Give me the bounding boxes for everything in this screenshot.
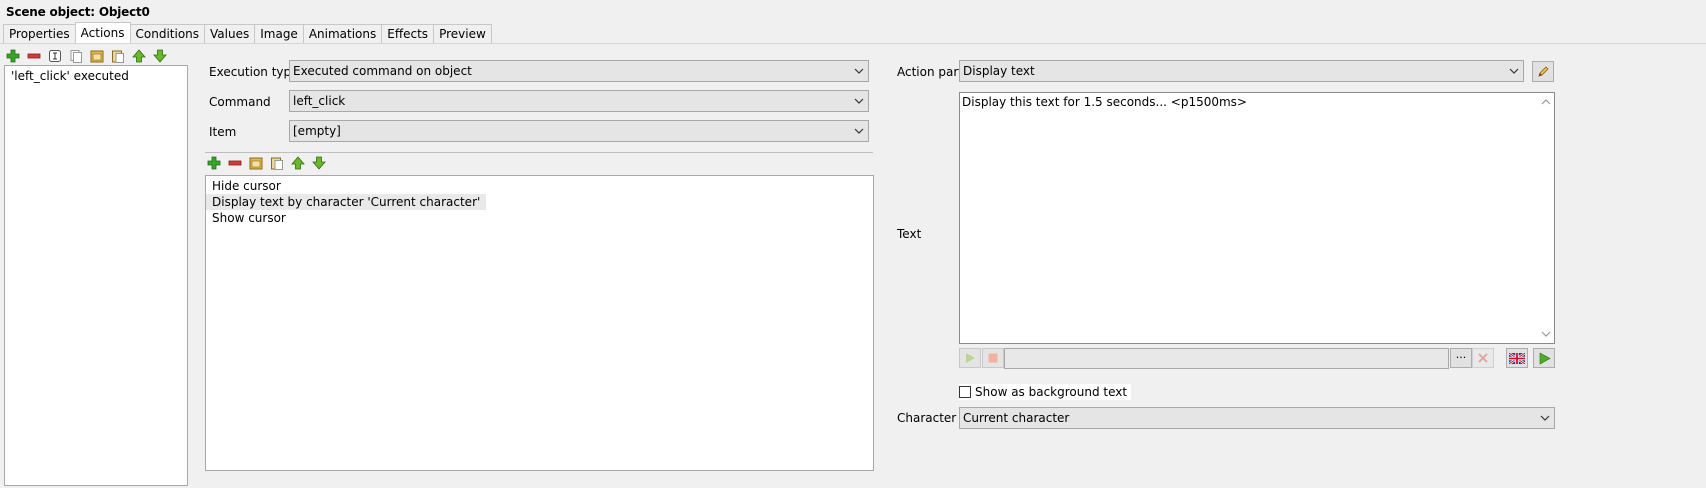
- chevron-down-icon[interactable]: [1541, 327, 1551, 341]
- background-text-checkbox[interactable]: [959, 386, 971, 398]
- action-part-value: Display text: [963, 64, 1035, 78]
- tab-properties[interactable]: Properties: [3, 24, 76, 43]
- item-select[interactable]: [empty]: [289, 120, 869, 142]
- text-input-value: Display this text for 1.5 seconds... <p1…: [962, 95, 1247, 109]
- paste-folder-icon[interactable]: [88, 47, 106, 65]
- events-toolbar: [4, 47, 169, 65]
- plus-icon[interactable]: [4, 47, 22, 65]
- text-input[interactable]: Display this text for 1.5 seconds... <p1…: [959, 92, 1555, 344]
- execution-type-select[interactable]: Executed command on object: [289, 60, 869, 82]
- play-voice-button[interactable]: [959, 348, 981, 368]
- play-icon: [1538, 351, 1551, 365]
- voice-file-field[interactable]: [1004, 348, 1449, 369]
- arrow-up-icon[interactable]: [289, 154, 307, 172]
- chevron-down-icon: [1505, 61, 1523, 81]
- window-title: Scene object: Object0: [6, 5, 150, 19]
- preview-play-button[interactable]: [1533, 348, 1555, 368]
- text-scrollbar[interactable]: [1538, 93, 1554, 343]
- command-select[interactable]: left_click: [289, 90, 869, 112]
- background-text-option[interactable]: Show as background text: [959, 384, 1132, 400]
- minus-icon[interactable]: [226, 154, 244, 172]
- character-select[interactable]: Current character: [959, 407, 1555, 429]
- tab-values[interactable]: Values: [204, 24, 256, 43]
- events-list[interactable]: 'left_click' executed: [4, 65, 188, 486]
- browse-voice-button[interactable]: ···: [1450, 348, 1472, 368]
- tab-conditions[interactable]: Conditions: [129, 24, 206, 43]
- list-item[interactable]: 'left_click' executed: [5, 68, 135, 84]
- paste-icon[interactable]: [268, 154, 286, 172]
- ellipsis-icon: ···: [1455, 351, 1467, 364]
- list-item[interactable]: Hide cursor: [206, 178, 287, 194]
- chevron-down-icon: [850, 121, 868, 141]
- arrow-down-icon[interactable]: [151, 47, 169, 65]
- form-separator: [205, 152, 873, 153]
- tab-image[interactable]: Image: [254, 24, 304, 43]
- execution-type-value: Executed command on object: [293, 64, 472, 78]
- actions-list[interactable]: Hide cursor Display text by character 'C…: [205, 175, 874, 471]
- pencil-icon: [1537, 65, 1549, 78]
- paste-icon[interactable]: [109, 47, 127, 65]
- uk-flag-icon: [1509, 352, 1525, 364]
- stop-icon: [987, 352, 999, 364]
- item-label: Item: [209, 125, 237, 139]
- actions-toolbar: [205, 154, 328, 172]
- action-part-select[interactable]: Display text: [959, 60, 1524, 82]
- chevron-down-icon: [850, 61, 868, 81]
- copy-icon[interactable]: [67, 47, 85, 65]
- tab-effects[interactable]: Effects: [381, 24, 435, 43]
- stop-voice-button[interactable]: [982, 348, 1004, 368]
- command-value: left_click: [293, 94, 346, 108]
- background-text-label: Show as background text: [975, 385, 1128, 399]
- chevron-down-icon: [850, 91, 868, 111]
- character-value: Current character: [963, 411, 1070, 425]
- chevron-down-icon: [1536, 408, 1554, 428]
- tab-divider: [0, 43, 1706, 44]
- tab-actions[interactable]: Actions: [74, 22, 131, 43]
- plus-icon[interactable]: [205, 154, 223, 172]
- arrow-down-icon[interactable]: [310, 154, 328, 172]
- close-icon: [1478, 353, 1488, 363]
- arrow-up-icon[interactable]: [130, 47, 148, 65]
- text-label: Text: [897, 227, 922, 241]
- tab-bar: Properties Actions Conditions Values Ima…: [3, 22, 492, 43]
- play-icon: [964, 352, 976, 364]
- list-item[interactable]: Display text by character 'Current chara…: [206, 194, 487, 210]
- rename-icon[interactable]: [46, 47, 64, 65]
- list-item[interactable]: Show cursor: [206, 210, 292, 226]
- execution-type-label: Execution type: [209, 65, 299, 79]
- clear-voice-button[interactable]: [1472, 348, 1494, 368]
- edit-action-button[interactable]: [1532, 61, 1554, 82]
- tab-preview[interactable]: Preview: [433, 24, 492, 43]
- action-part-label: Action part: [897, 65, 964, 79]
- language-button[interactable]: [1506, 348, 1528, 368]
- character-label: Character: [897, 411, 957, 425]
- item-value: [empty]: [293, 124, 341, 138]
- chevron-up-icon[interactable]: [1541, 95, 1551, 109]
- command-label: Command: [209, 95, 271, 109]
- tab-animations[interactable]: Animations: [302, 24, 383, 43]
- minus-icon[interactable]: [25, 47, 43, 65]
- paste-folder-icon[interactable]: [247, 154, 265, 172]
